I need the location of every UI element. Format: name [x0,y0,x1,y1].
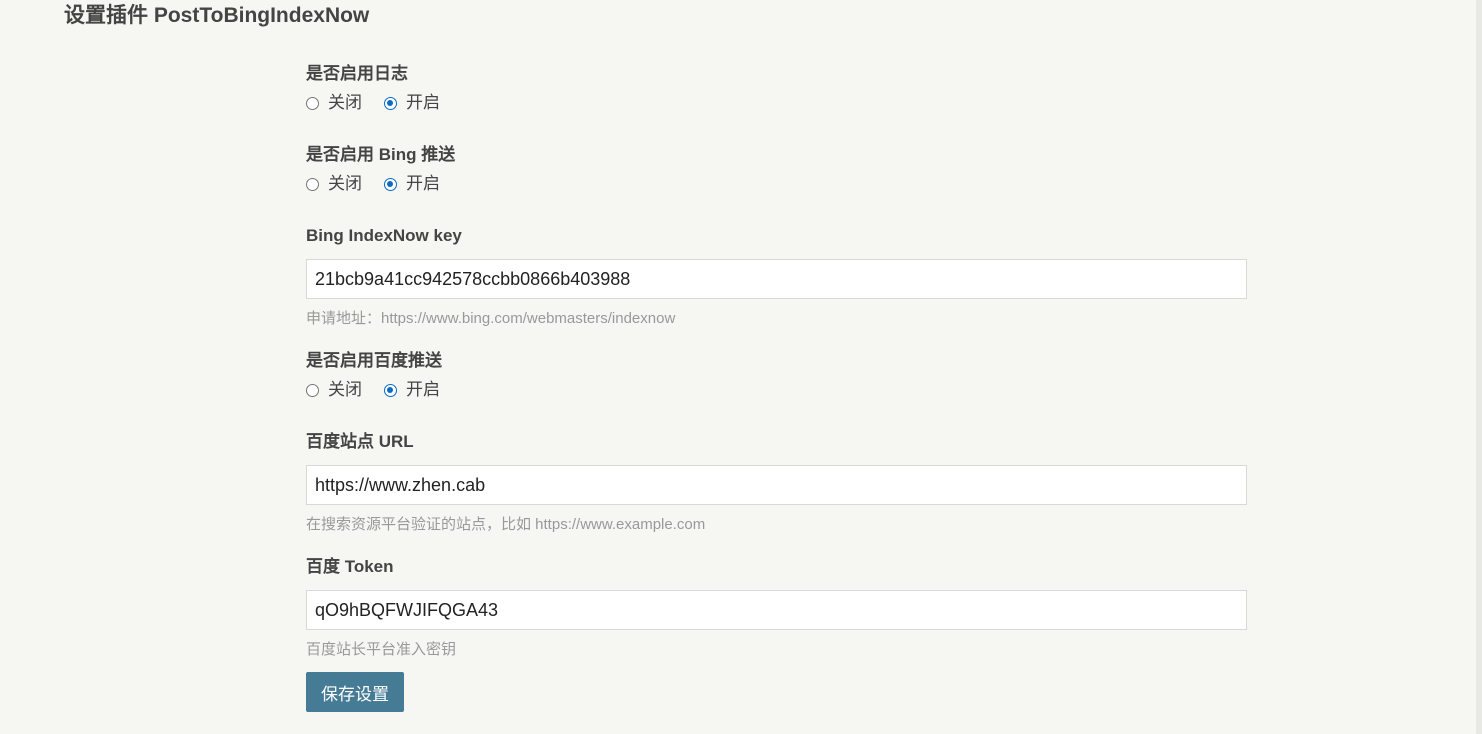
plugin-settings-form: 是否启用日志 关闭 开启 是否启用 Bing 推送 关闭 开启 Bing Ind… [306,62,1247,712]
baidu-token-hint: 百度站长平台准入密钥 [306,641,457,658]
radio-label-on: 开启 [406,174,440,193]
settings-page: 设置插件 PostToBingIndexNow 是否启用日志 关闭 开启 是否启… [0,0,1482,734]
enable-baidu-group: 是否启用百度推送 关闭 开启 [306,349,1247,430]
enable-baidu-on-option[interactable]: 开启 [384,377,440,403]
baidu-url-hint: 在搜索资源平台验证的站点，比如 https://www.example.com [306,516,706,533]
save-settings-button[interactable]: 保存设置 [306,672,404,712]
bing-key-group: Bing IndexNow key 申请地址：https://www.bing.… [306,224,1247,349]
enable-bing-off-option[interactable]: 关闭 [306,171,362,197]
enable-bing-group: 是否启用 Bing 推送 关闭 开启 [306,143,1247,224]
enable-log-group: 是否启用日志 关闭 开启 [306,62,1247,143]
bing-key-label: Bing IndexNow key [306,226,462,245]
enable-log-label: 是否启用日志 [306,64,408,83]
baidu-token-group: 百度 Token 百度站长平台准入密钥 [306,555,1247,672]
baidu-token-input[interactable] [306,590,1247,630]
enable-bing-label: 是否启用 Bing 推送 [306,145,456,164]
baidu-url-input[interactable] [306,465,1247,505]
scrollbar[interactable] [1476,0,1482,734]
baidu-url-group: 百度站点 URL 在搜索资源平台验证的站点，比如 https://www.exa… [306,430,1247,555]
enable-baidu-label: 是否启用百度推送 [306,351,442,370]
radio-unchecked-icon[interactable] [306,177,319,191]
radio-label-on: 开启 [406,93,440,112]
radio-label-off: 关闭 [328,174,362,193]
enable-log-off-option[interactable]: 关闭 [306,90,362,116]
radio-unchecked-icon[interactable] [306,96,319,110]
enable-baidu-off-option[interactable]: 关闭 [306,377,362,403]
page-title: 设置插件 PostToBingIndexNow [64,4,370,27]
baidu-url-label: 百度站点 URL [306,432,414,451]
bing-key-hint: 申请地址：https://www.bing.com/webmasters/ind… [306,310,676,327]
radio-label-on: 开启 [406,380,440,399]
radio-label-off: 关闭 [328,93,362,112]
bing-key-input[interactable] [306,259,1247,299]
enable-bing-radios: 关闭 开启 [306,171,1247,197]
enable-log-radios: 关闭 开启 [306,90,1247,116]
radio-unchecked-icon[interactable] [306,383,319,397]
radio-checked-icon[interactable] [384,96,397,110]
radio-label-off: 关闭 [328,380,362,399]
enable-log-on-option[interactable]: 开启 [384,90,440,116]
enable-bing-on-option[interactable]: 开启 [384,171,440,197]
radio-checked-icon[interactable] [384,177,397,191]
radio-checked-icon[interactable] [384,383,397,397]
baidu-token-label: 百度 Token [306,557,394,576]
enable-baidu-radios: 关闭 开启 [306,377,1247,403]
